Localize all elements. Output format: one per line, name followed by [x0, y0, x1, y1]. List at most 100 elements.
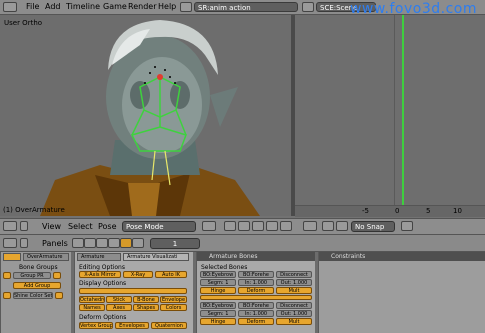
bone-group-field[interactable]: Group PR	[13, 272, 51, 279]
bone-group-remove-button[interactable]	[53, 272, 61, 279]
editing-context-icon[interactable]	[120, 238, 132, 248]
colors-toggle[interactable]: Colors	[160, 304, 187, 311]
xaxis-mirror-toggle[interactable]: X-Axis Mirror	[79, 271, 121, 278]
scene-browse-icon[interactable]	[302, 2, 314, 12]
color-set-select[interactable]: Shine Color Set	[13, 292, 53, 299]
auto-ik-toggle[interactable]: Auto IK	[155, 271, 187, 278]
scene-context-icon[interactable]	[132, 238, 144, 248]
menu-game[interactable]: Game	[103, 2, 127, 11]
translate-icon[interactable]	[252, 221, 264, 231]
bone-parent-field[interactable]: BO:Forehe	[238, 271, 274, 278]
menu-timeline[interactable]: Timeline	[66, 2, 100, 11]
properties-area: OverArmature Bone Groups Group PR Add Gr…	[0, 252, 485, 333]
mode-select[interactable]: Pose Mode	[122, 221, 196, 232]
character-render	[40, 20, 260, 216]
buttons-editor-icon[interactable]	[3, 238, 17, 248]
bone-group-color-icon[interactable]	[3, 272, 11, 279]
ease-out-field[interactable]: Out: 1.000	[276, 310, 312, 317]
bone-parent-field[interactable]: BO:Forehe	[238, 302, 274, 309]
editing-options-label: Editing Options	[79, 264, 125, 271]
layer-buttons-row[interactable]	[79, 288, 187, 294]
timeline-cursor[interactable]	[402, 15, 404, 216]
display-options-label: Display Options	[79, 280, 127, 287]
screen-browse-icon[interactable]	[180, 2, 192, 12]
octahedron-button[interactable]: Octahedron	[79, 296, 105, 303]
menu-add[interactable]: Add	[45, 2, 61, 11]
top-menu-bar: File Add Timeline Game Render Help SR:an…	[0, 0, 485, 17]
3d-viewport[interactable]: User Ortho (1) OverArmature	[0, 15, 291, 216]
ease-in-field[interactable]: In: 1.000	[238, 279, 274, 286]
bone-connect-field[interactable]: Disconnect	[276, 271, 312, 278]
tick-label: 0	[395, 207, 400, 215]
frame-field[interactable]: 1	[150, 238, 200, 249]
timeline-copy-icon[interactable]	[336, 221, 348, 231]
add-group-button[interactable]: Add Group	[13, 282, 61, 289]
editor-type-icon[interactable]	[3, 221, 17, 231]
menu-help[interactable]: Help	[158, 2, 176, 11]
color-set-swatch[interactable]	[55, 292, 63, 299]
scale-icon[interactable]	[280, 221, 292, 231]
rotate-icon[interactable]	[266, 221, 278, 231]
ease-in-field[interactable]: In: 1.000	[238, 310, 274, 317]
link-tab-armature[interactable]: OverArmature	[23, 253, 69, 261]
script-context-icon[interactable]	[84, 238, 96, 248]
names-toggle[interactable]: Names	[79, 304, 105, 311]
mult-toggle[interactable]: Mult	[276, 318, 312, 325]
color-set-icon[interactable]	[3, 292, 11, 299]
timeline-pin-icon[interactable]	[401, 221, 413, 231]
armature-visualization-tab[interactable]: Armature Visualizati	[123, 253, 189, 261]
armature-tab[interactable]: Armature	[77, 253, 121, 261]
tick-label: -5	[362, 207, 369, 215]
shapes-toggle[interactable]: Shapes	[133, 304, 159, 311]
object-context-icon[interactable]	[108, 238, 120, 248]
timeline-editor-icon[interactable]	[303, 221, 317, 231]
armature-bones-title[interactable]: Armature Bones	[197, 252, 315, 261]
deform-toggle[interactable]: Deform	[238, 318, 274, 325]
mult-toggle[interactable]: Mult	[276, 287, 312, 294]
constraints-title[interactable]: Constraints	[319, 252, 485, 261]
menu-file[interactable]: File	[26, 2, 39, 11]
menu-render[interactable]: Render	[128, 2, 156, 11]
screen-name-field[interactable]: SR:anim action	[194, 2, 298, 12]
viewport-status: (1) OverArmature	[3, 206, 65, 214]
bone-name-field[interactable]: BO:Eyebrow	[200, 271, 236, 278]
vertex-groups-toggle[interactable]: Vertex Groups	[79, 322, 113, 329]
axes-toggle[interactable]: Axes	[106, 304, 132, 311]
hinge-toggle[interactable]: Hinge	[200, 287, 236, 294]
pivot-icon[interactable]	[224, 221, 236, 231]
constraints-panel: Constraints	[318, 252, 485, 333]
stick-button[interactable]: Stick	[106, 296, 132, 303]
menu-pose[interactable]: Pose	[98, 222, 117, 231]
bone-connect-field[interactable]: Disconnect	[276, 302, 312, 309]
bone-name-field[interactable]: BO:Eyebrow	[200, 302, 236, 309]
draw-type-icon[interactable]	[202, 221, 216, 231]
timeline-area[interactable]: -5 0 5 10	[295, 15, 485, 217]
quaternion-toggle[interactable]: Quaternion	[151, 322, 187, 329]
bbone-button[interactable]: B-Bone	[133, 296, 159, 303]
view-label: User Ortho	[4, 19, 43, 27]
logic-context-icon[interactable]	[72, 238, 84, 248]
segments-field[interactable]: Segm: 1	[200, 279, 236, 286]
snap-select[interactable]: No Snap	[351, 221, 395, 232]
menu-select[interactable]: Select	[68, 222, 93, 231]
link-tab-icon[interactable]	[3, 253, 21, 261]
timeline-lock-icon[interactable]	[322, 221, 334, 231]
envelopes-toggle[interactable]: Envelopes	[115, 322, 149, 329]
menu-view[interactable]: View	[42, 222, 61, 231]
panels-label[interactable]: Panels	[42, 239, 68, 248]
manipulator-icon[interactable]	[238, 221, 250, 231]
segments-field[interactable]: Segm: 1	[200, 310, 236, 317]
selected-bones-label: Selected Bones	[201, 264, 248, 271]
bone-layers-row[interactable]	[200, 295, 312, 300]
hinge-toggle[interactable]: Hinge	[200, 318, 236, 325]
collapse-menu-icon[interactable]	[20, 238, 28, 248]
shading-context-icon[interactable]	[96, 238, 108, 248]
ease-out-field[interactable]: Out: 1.000	[276, 279, 312, 286]
armature-panel: Armature Armature Visualizati Editing Op…	[74, 252, 193, 333]
deform-toggle[interactable]: Deform	[238, 287, 274, 294]
collapse-menus-icon[interactable]	[20, 221, 28, 231]
timeline-frame-zero-line	[394, 15, 395, 216]
envelope-button[interactable]: Envelope	[160, 296, 187, 303]
window-type-icon[interactable]	[3, 2, 17, 12]
xray-toggle[interactable]: X-Ray	[123, 271, 153, 278]
